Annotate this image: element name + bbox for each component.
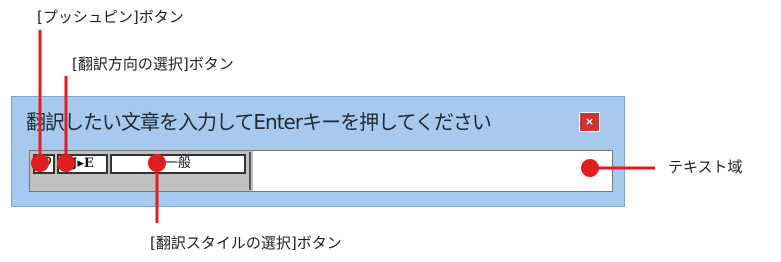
pushpin-marker <box>31 154 49 172</box>
callout-markers <box>31 30 655 223</box>
text-area-marker <box>581 159 599 177</box>
style-marker <box>148 154 166 172</box>
direction-marker <box>57 154 75 172</box>
